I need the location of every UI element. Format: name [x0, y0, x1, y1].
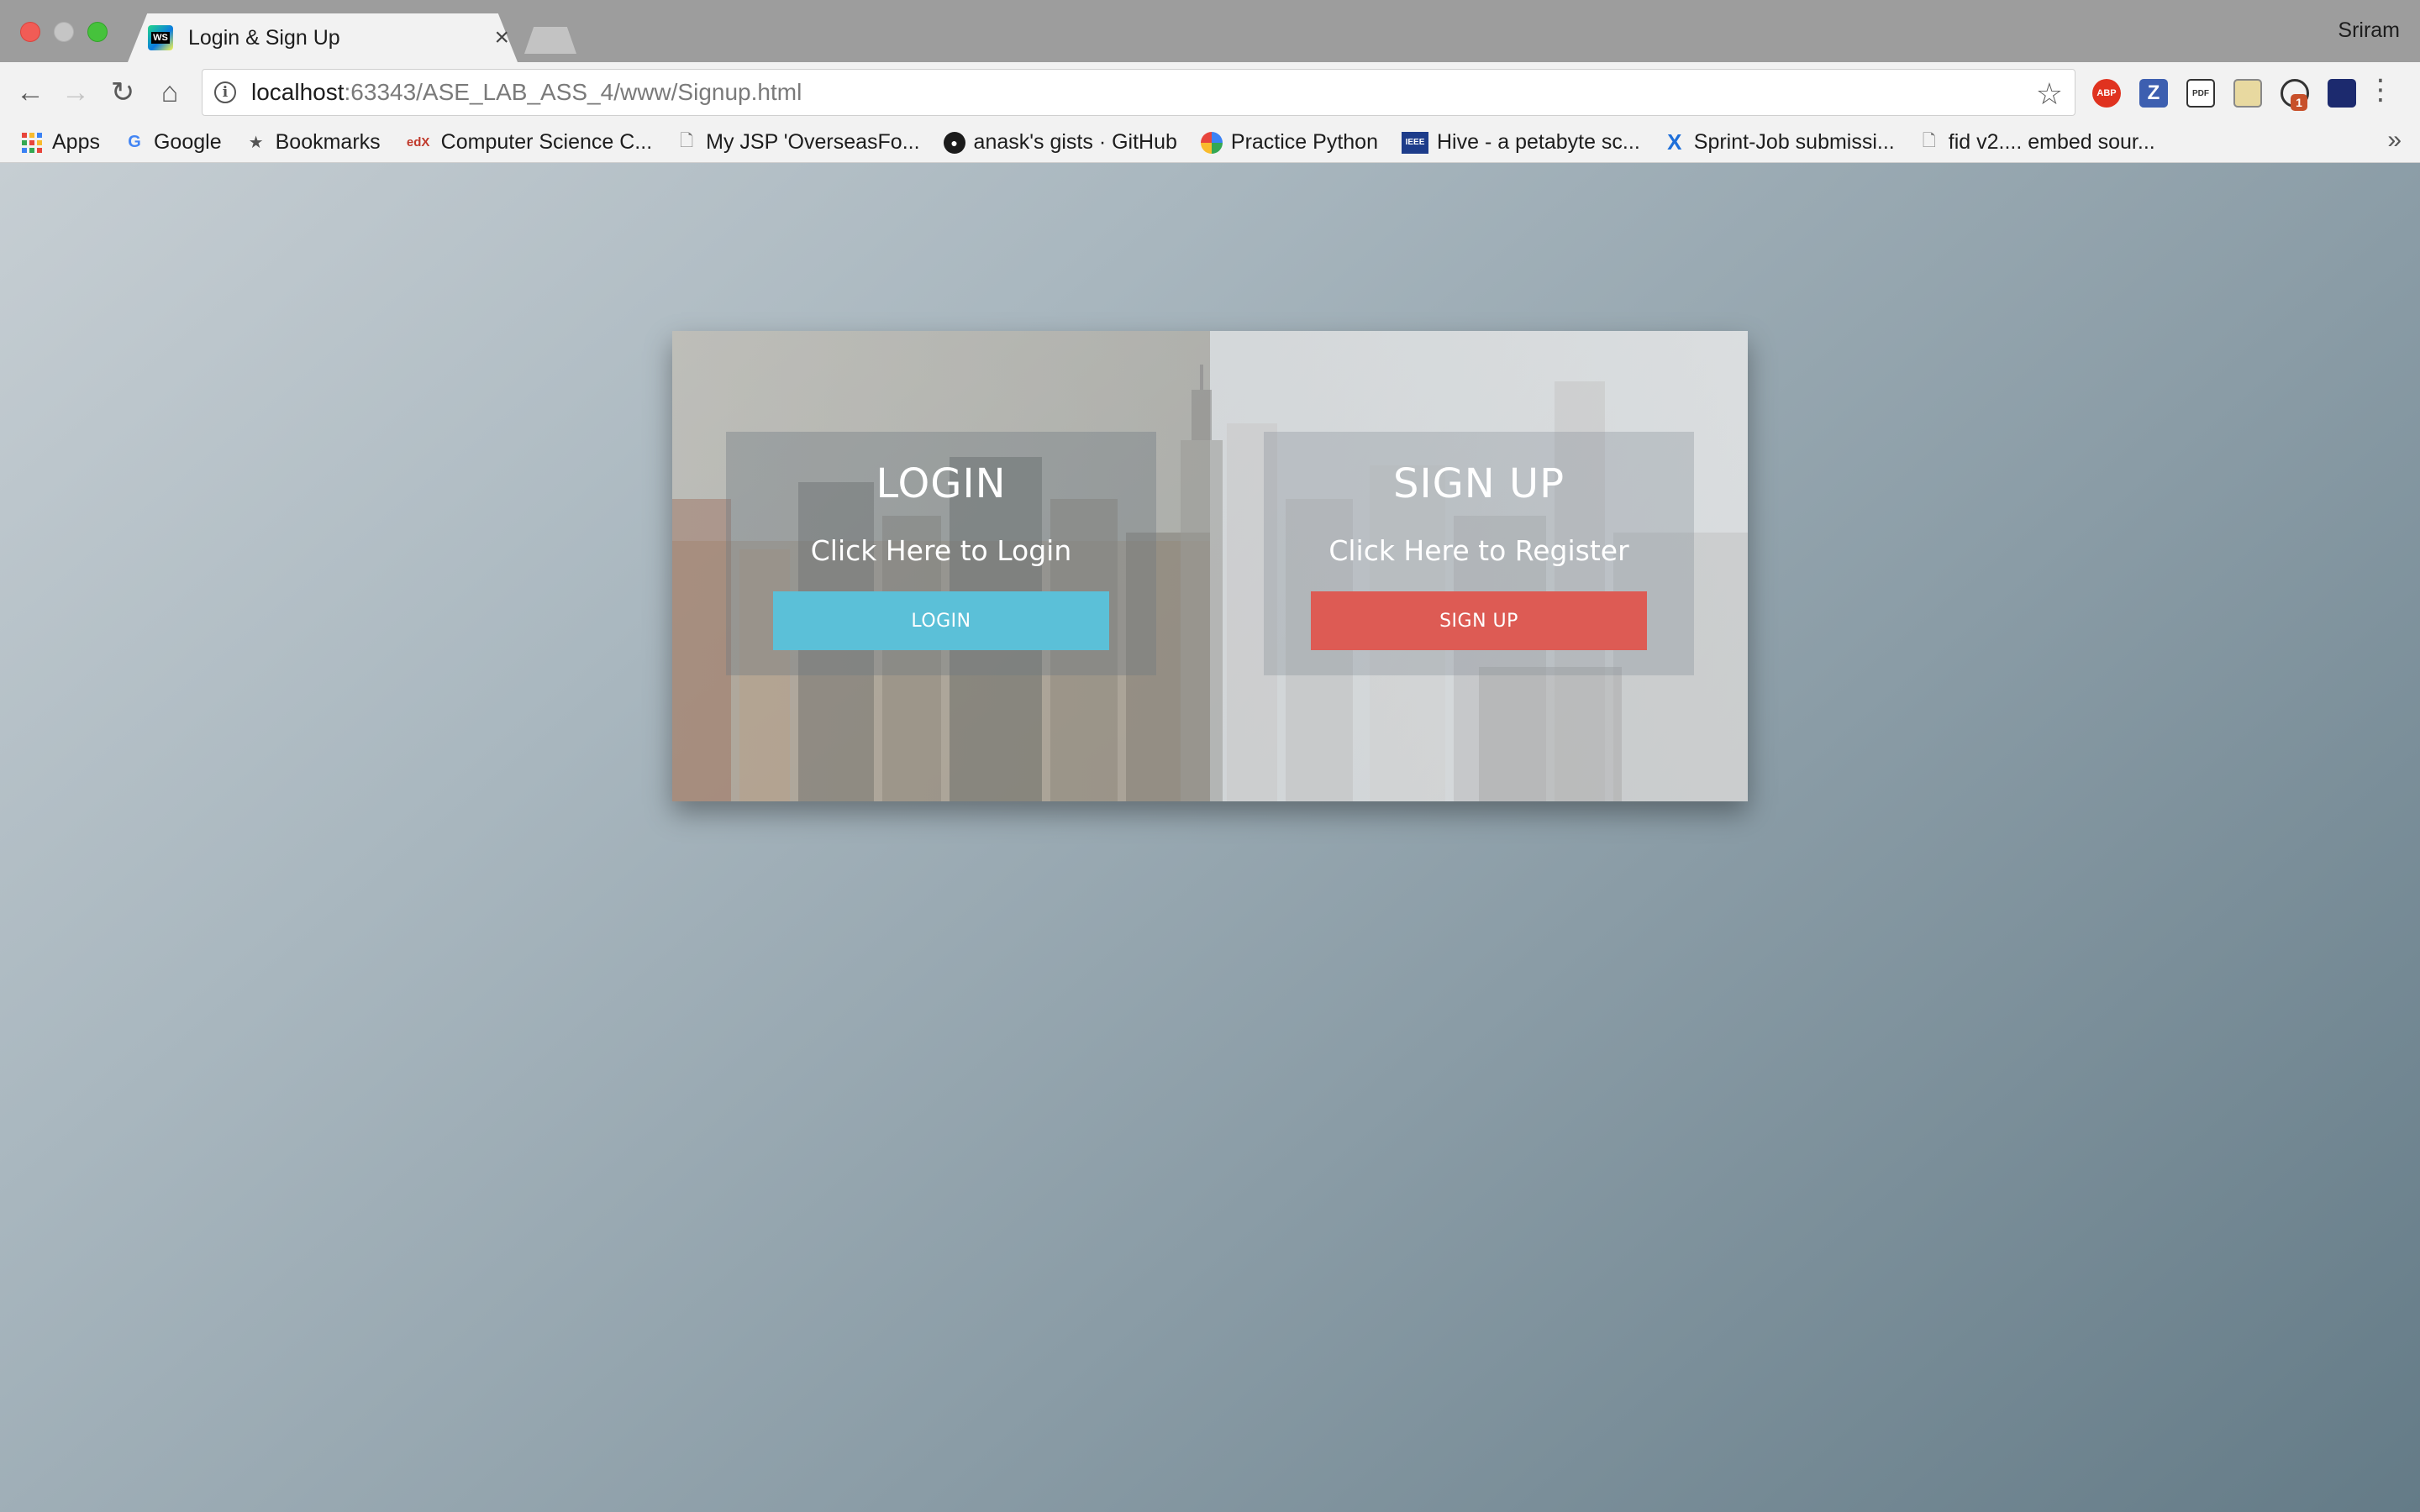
new-tab-button[interactable]: [524, 27, 576, 54]
url-path: :63343/ASE_LAB_ASS_4/www/Signup.html: [344, 79, 802, 105]
info-icon[interactable]: i: [214, 81, 236, 103]
login-heading: LOGIN: [876, 460, 1007, 507]
python-icon: [1200, 131, 1223, 154]
tab-title: Login & Sign Up: [188, 25, 340, 50]
chrome-menu-icon[interactable]: ⋮: [2366, 76, 2395, 104]
bookmark-github-gists[interactable]: ● anask's gists · GitHub: [943, 130, 1177, 155]
signup-panel: SIGN UP Click Here to Register SIGN UP: [1264, 432, 1694, 675]
webstorm-favicon-icon: WS: [148, 25, 173, 50]
profile-name[interactable]: Sriram: [2338, 18, 2400, 43]
address-bar[interactable]: i localhost:63343/ASE_LAB_ASS_4/www/Sign…: [202, 69, 2075, 116]
github-icon: ●: [943, 131, 965, 154]
x-icon: X: [1667, 129, 1682, 155]
active-tab-content[interactable]: WS Login & Sign Up ×: [148, 13, 514, 62]
bookmark-label: My JSP 'OverseasFo...: [706, 130, 920, 154]
login-subtitle: Click Here to Login: [810, 534, 1072, 567]
login-panel: LOGIN Click Here to Login LOGIN: [726, 432, 1156, 675]
page-icon: 🗋: [1922, 131, 1936, 150]
bookmark-label: Apps: [52, 130, 100, 154]
bookmark-practice-python[interactable]: Practice Python: [1200, 130, 1378, 155]
bookmark-label: Google: [153, 130, 222, 154]
bookmarks-overflow-icon[interactable]: »: [2387, 126, 2402, 155]
pdf-extension-icon[interactable]: PDF: [2186, 79, 2215, 108]
back-arrow-icon[interactable]: ←: [15, 76, 45, 108]
favicon-text: WS: [151, 32, 170, 44]
tab-close-icon[interactable]: ×: [494, 24, 509, 52]
adblock-extension-icon[interactable]: ABP: [2092, 79, 2121, 108]
forward-arrow-icon[interactable]: →: [60, 76, 91, 108]
page-background: LOGIN Click Here to Login LOGIN SIGN UP …: [0, 163, 2420, 1512]
edx-icon: edX: [406, 135, 430, 150]
bookmark-label: fid v2.... embed sour...: [1948, 130, 2155, 154]
google-icon: G: [128, 133, 141, 151]
minimize-window-button[interactable]: [54, 22, 74, 42]
image-extension-icon[interactable]: [2233, 79, 2262, 108]
tab-bar: WS Login & Sign Up × Sriram: [0, 0, 2420, 62]
bookmark-sprint-job[interactable]: X Sprint-Job submissi...: [1664, 129, 1895, 155]
apps-grid-icon: [22, 132, 42, 153]
login-button[interactable]: LOGIN: [773, 591, 1109, 650]
auth-card: LOGIN Click Here to Login LOGIN SIGN UP …: [672, 331, 1748, 801]
reload-icon[interactable]: ↻: [108, 76, 138, 108]
bookmark-folder-bookmarks[interactable]: ★ Bookmarks: [245, 130, 381, 155]
bookmark-cs[interactable]: edX Computer Science C...: [404, 130, 653, 155]
zotero-extension-icon[interactable]: Z: [2139, 79, 2168, 108]
bookmark-google[interactable]: G Google: [124, 130, 222, 155]
browser-toolbar: ← → ↻ ⌂ i localhost:63343/ASE_LAB_ASS_4/…: [0, 62, 2420, 123]
home-icon[interactable]: ⌂: [155, 76, 185, 108]
close-window-button[interactable]: [20, 22, 40, 42]
star-icon: ★: [248, 134, 264, 152]
ieee-icon: IEEE: [1402, 131, 1428, 154]
signup-button[interactable]: SIGN UP: [1311, 591, 1647, 650]
bookmark-label: anask's gists · GitHub: [973, 130, 1177, 154]
bookmark-label: Computer Science C...: [440, 130, 653, 154]
extension-badge: 1: [2291, 94, 2307, 111]
theme-extension-icon[interactable]: [2328, 79, 2356, 108]
bookmark-jsp[interactable]: 🗋 My JSP 'OverseasFo...: [676, 130, 919, 155]
signup-heading: SIGN UP: [1392, 460, 1565, 507]
bookmark-label: Bookmarks: [275, 130, 381, 154]
bookmarks-bar: Apps G Google ★ Bookmarks edX Computer S…: [0, 123, 2420, 163]
signup-subtitle: Click Here to Register: [1328, 534, 1629, 567]
bookmark-hive[interactable]: IEEE Hive - a petabyte sc...: [1402, 130, 1640, 155]
bookmark-label: Practice Python: [1230, 130, 1378, 154]
bookmark-star-icon[interactable]: ☆: [2036, 76, 2063, 112]
maximize-window-button[interactable]: [87, 22, 108, 42]
url-host: localhost: [251, 79, 345, 105]
bookmark-apps[interactable]: Apps: [22, 130, 100, 155]
page-icon: 🗋: [680, 131, 694, 150]
bookmark-label: Hive - a petabyte sc...: [1437, 130, 1640, 154]
bookmark-fid[interactable]: 🗋 fid v2.... embed sour...: [1918, 130, 2155, 155]
bookmark-label: Sprint-Job submissi...: [1693, 130, 1895, 154]
